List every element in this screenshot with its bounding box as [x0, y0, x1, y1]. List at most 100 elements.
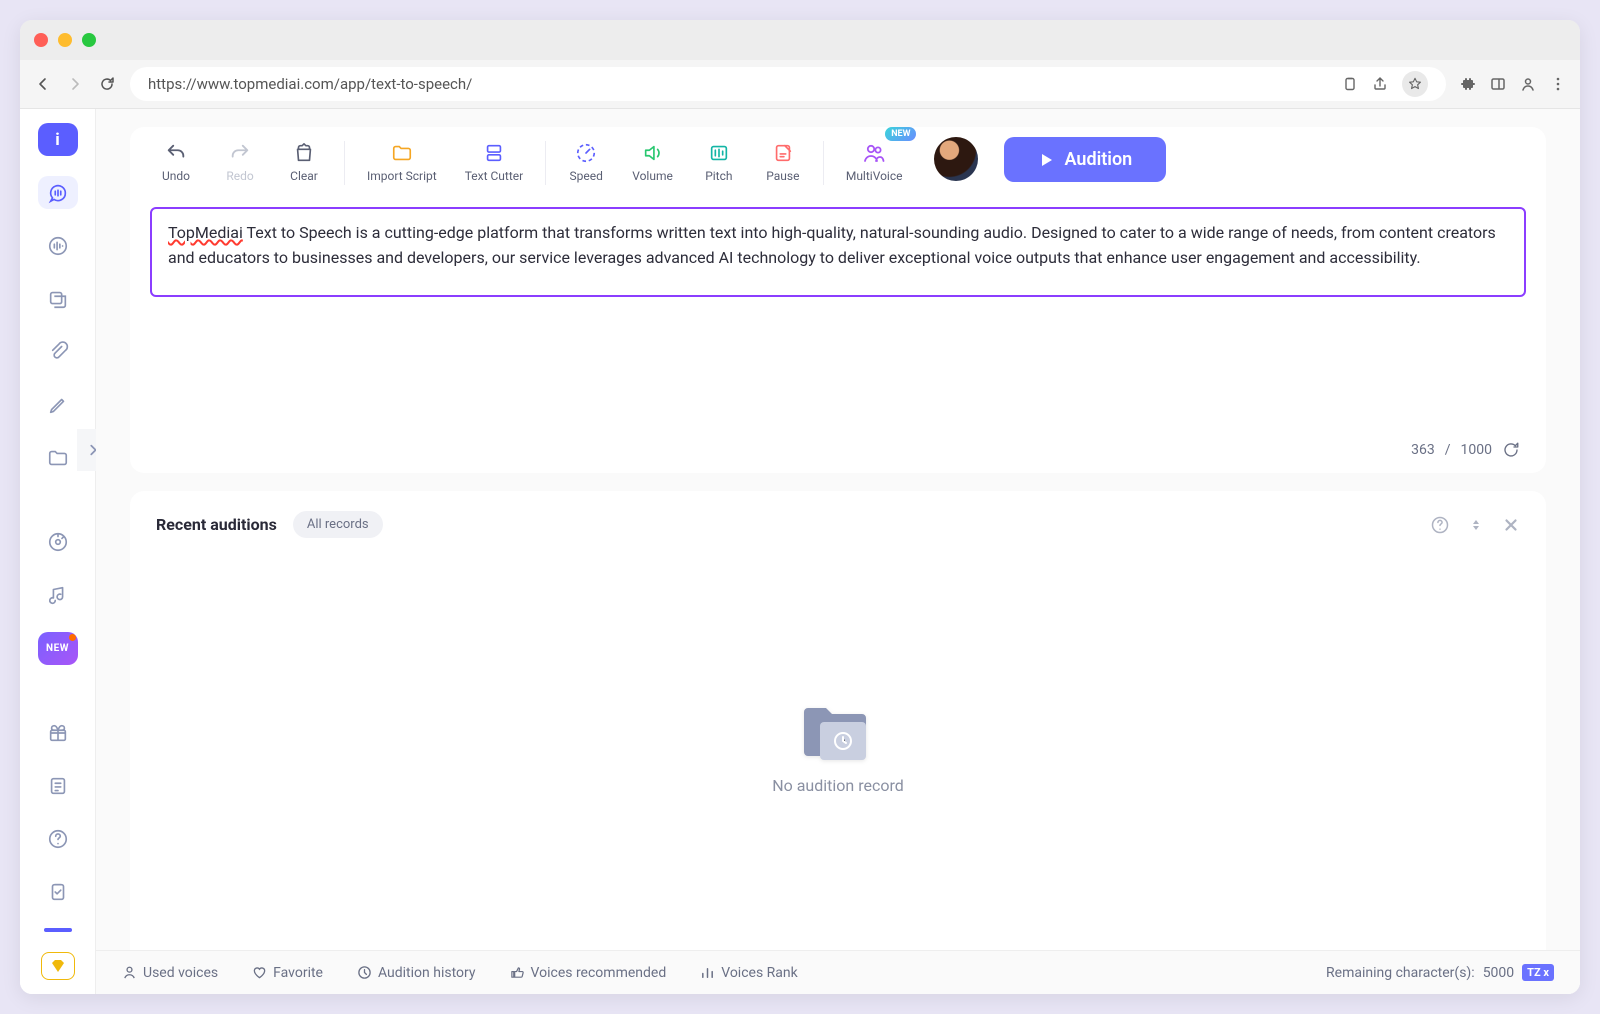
multivoice-button[interactable]: NEWMultiVoice: [836, 137, 913, 187]
char-count: 363: [1411, 442, 1435, 458]
text-cutter-button[interactable]: Text Cutter: [455, 137, 534, 187]
redo-label: Redo: [226, 169, 253, 183]
empty-text: No audition record: [772, 776, 904, 795]
disc-icon: [47, 531, 69, 553]
undo-icon: [164, 141, 188, 165]
close-window-button[interactable]: [34, 33, 48, 47]
profile-icon[interactable]: [1520, 76, 1536, 92]
nav-back-button[interactable]: [34, 75, 52, 93]
panel-icon[interactable]: [1490, 76, 1506, 92]
maximize-window-button[interactable]: [82, 33, 96, 47]
voices-rank-button[interactable]: Voices Rank: [700, 965, 798, 981]
sidebar-item-songs[interactable]: [38, 579, 78, 612]
help-icon: [47, 828, 69, 850]
import-label: Import Script: [367, 169, 437, 183]
clipboard-icon[interactable]: [1342, 76, 1358, 92]
sidebar-item-library[interactable]: [38, 282, 78, 315]
footer: Used voices Favorite Audition history Vo…: [96, 950, 1580, 994]
close-icon[interactable]: [1502, 516, 1520, 534]
menu-icon[interactable]: [1550, 76, 1566, 92]
audition-button[interactable]: Audition: [1004, 137, 1166, 182]
bookmark-star-icon[interactable]: [1402, 71, 1428, 97]
sidebar-item-music[interactable]: [38, 526, 78, 559]
volume-button[interactable]: Volume: [622, 137, 683, 187]
sidebar-item-folder[interactable]: [38, 441, 78, 474]
chat-voice-icon: [47, 182, 69, 204]
voice-avatar[interactable]: [934, 137, 978, 181]
import-script-button[interactable]: Import Script: [357, 137, 447, 187]
extensions-icon[interactable]: [1460, 76, 1476, 92]
sidebar-item-notes[interactable]: [38, 769, 78, 802]
diamond-icon: [49, 957, 67, 975]
text-input[interactable]: TopMediai Text to Speech is a cutting-ed…: [150, 207, 1526, 297]
toolbar-separator: [344, 141, 345, 185]
play-icon: [1038, 152, 1054, 168]
sidebar-item-gift[interactable]: [38, 716, 78, 749]
heart-icon: [252, 965, 267, 980]
nav-forward-button[interactable]: [66, 75, 84, 93]
url-text: https://www.topmediai.com/app/text-to-sp…: [148, 75, 472, 93]
audition-history-button[interactable]: Audition history: [357, 965, 476, 981]
reload-button[interactable]: [98, 75, 116, 93]
pause-icon: [771, 141, 795, 165]
paperclip-icon: [47, 341, 69, 363]
tz-badge[interactable]: TZ x: [1522, 964, 1554, 981]
pitch-button[interactable]: Pitch: [691, 137, 747, 187]
music-note-icon: [47, 584, 69, 606]
char-limit: 1000: [1461, 442, 1492, 458]
toolbar: Undo Redo Clear Import Script Text Cutte…: [130, 127, 1546, 187]
recent-card: Recent auditions All records No audition…: [130, 491, 1546, 976]
sidebar-indicator: [44, 928, 72, 931]
undo-button[interactable]: Undo: [148, 137, 204, 187]
clear-button[interactable]: Clear: [276, 137, 332, 187]
empty-folder-icon: [798, 700, 878, 764]
cutter-label: Text Cutter: [465, 169, 524, 183]
app: i NEW Undo Redo Clear: [20, 108, 1580, 994]
urlbar-row: https://www.topmediai.com/app/text-to-sp…: [20, 60, 1580, 108]
minimize-window-button[interactable]: [58, 33, 72, 47]
pitch-label: Pitch: [705, 169, 732, 183]
sidebar: i NEW: [20, 109, 96, 994]
redo-icon: [228, 141, 252, 165]
voices-recommended-button[interactable]: Voices recommended: [510, 965, 667, 981]
volume-icon: [641, 141, 665, 165]
audition-label: Audition: [1064, 149, 1132, 170]
all-records-chip[interactable]: All records: [293, 511, 383, 538]
sidebar-item-premium[interactable]: [41, 952, 75, 980]
gift-icon: [47, 722, 69, 744]
editor-card: TopMediai Text to Speech is a cutting-ed…: [130, 187, 1546, 473]
multivoice-label: MultiVoice: [846, 169, 903, 183]
note-icon: [47, 775, 69, 797]
clear-label: Clear: [290, 169, 318, 183]
share-icon[interactable]: [1372, 76, 1388, 92]
sidebar-item-voice-changer[interactable]: [38, 229, 78, 262]
favorite-button[interactable]: Favorite: [252, 965, 323, 981]
speed-icon: [574, 141, 598, 165]
redo-button[interactable]: Redo: [212, 137, 268, 187]
sidebar-item-tts[interactable]: [38, 176, 78, 209]
url-field[interactable]: https://www.topmediai.com/app/text-to-sp…: [130, 67, 1446, 101]
pause-button[interactable]: Pause: [755, 137, 811, 187]
clock-icon: [357, 965, 372, 980]
pause-label: Pause: [766, 169, 799, 183]
pencil-icon: [47, 394, 69, 416]
thumbs-up-icon: [510, 965, 525, 980]
sidebar-item-edit[interactable]: [38, 388, 78, 421]
cutter-icon: [482, 141, 506, 165]
sidebar-brand[interactable]: i: [38, 123, 78, 156]
editor-text: Text to Speech is a cutting-edge platfor…: [168, 223, 1496, 267]
sidebar-item-tasks[interactable]: [38, 875, 78, 908]
sidebar-item-help[interactable]: [38, 822, 78, 855]
volume-label: Volume: [632, 169, 673, 183]
sort-icon[interactable]: [1468, 517, 1484, 533]
sep: /: [1445, 442, 1451, 458]
import-icon: [390, 141, 414, 165]
used-voices-button[interactable]: Used voices: [122, 965, 218, 981]
sidebar-item-attachment[interactable]: [38, 335, 78, 368]
sidebar-item-new[interactable]: NEW: [38, 632, 78, 665]
main: Undo Redo Clear Import Script Text Cutte…: [96, 109, 1580, 994]
waveform-icon: [47, 235, 69, 257]
help-icon[interactable]: [1430, 515, 1450, 535]
refresh-button[interactable]: [1502, 441, 1520, 459]
speed-button[interactable]: Speed: [558, 137, 614, 187]
